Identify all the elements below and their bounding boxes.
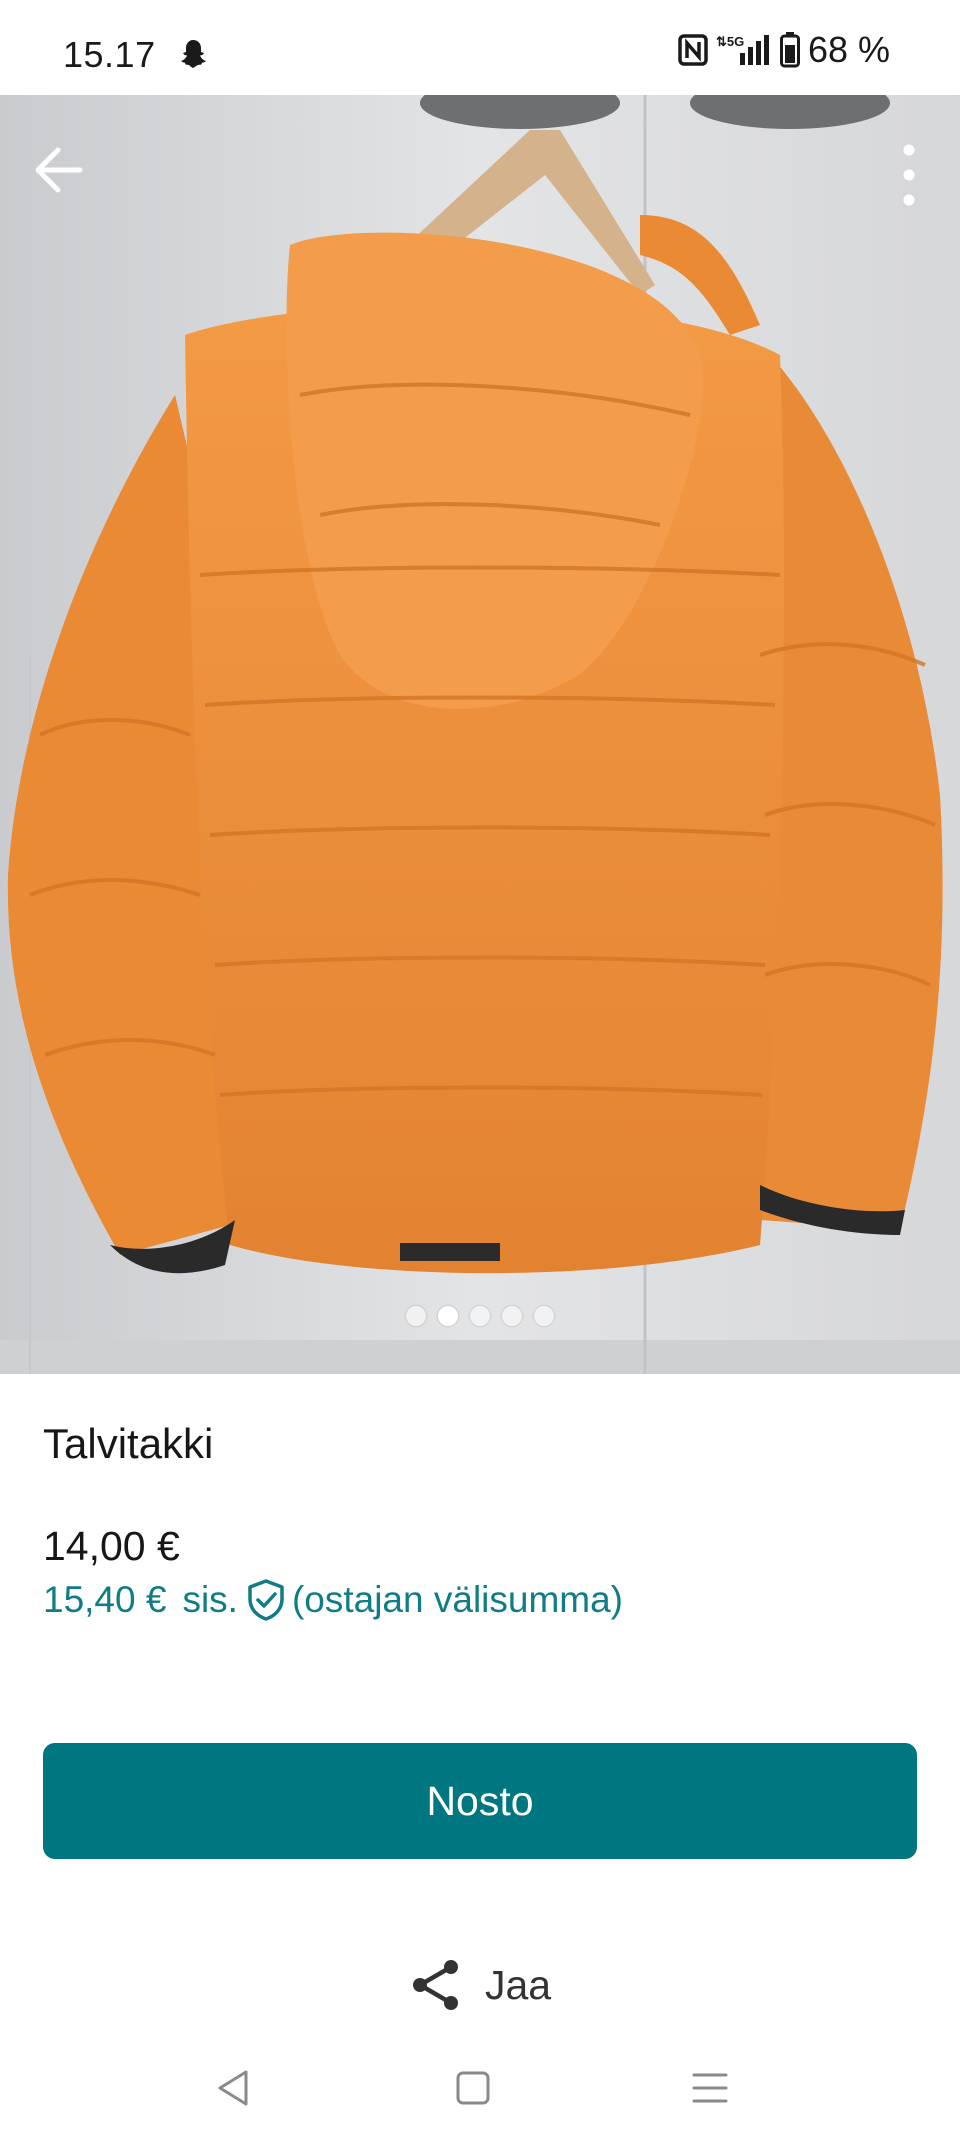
nav-back-icon[interactable]: [204, 2058, 264, 2118]
buyer-price-row[interactable]: 15,40 € sis. (ostajan välisumma): [43, 1578, 623, 1622]
product-image-gallery[interactable]: [0, 95, 960, 1374]
bump-button[interactable]: Nosto: [43, 1743, 917, 1859]
gallery-dot[interactable]: [534, 1306, 554, 1326]
share-icon: [412, 1960, 458, 2010]
buyer-protection-shield-icon: [248, 1579, 284, 1621]
item-price: 14,00 €: [43, 1523, 180, 1569]
snapchat-ghost-icon: [181, 40, 206, 68]
gallery-dot-active[interactable]: [438, 1306, 458, 1326]
buyer-note: (ostajan välisumma): [291, 1579, 624, 1620]
gallery-pagination: [0, 1306, 960, 1326]
gallery-dot[interactable]: [502, 1306, 522, 1326]
status-bar: 15.17 ⇅5G 68 %: [0, 0, 960, 95]
svg-text:⇅5G: ⇅5G: [716, 34, 744, 49]
system-nav-bar: [0, 2040, 960, 2133]
nav-home-icon[interactable]: [443, 2058, 503, 2118]
signal-icon: ⇅5G: [716, 34, 769, 65]
gallery-dot[interactable]: [406, 1306, 426, 1326]
gallery-dot[interactable]: [470, 1306, 490, 1326]
battery-icon: [779, 32, 800, 68]
more-vertical-icon[interactable]: [894, 140, 924, 210]
status-time: 15.17: [63, 34, 156, 75]
nfc-icon: [678, 34, 708, 66]
status-right: ⇅5G 68 %: [678, 29, 890, 70]
back-arrow-icon[interactable]: [28, 140, 88, 200]
share-label: Jaa: [484, 1961, 552, 2008]
product-photo: [0, 95, 960, 1374]
share-button[interactable]: Jaa: [0, 1955, 960, 2015]
buyer-includes-label: sis.: [182, 1579, 238, 1620]
nav-recents-icon[interactable]: [680, 2058, 740, 2118]
item-title: Talvitakki: [43, 1420, 214, 1467]
battery-percent: 68 %: [807, 29, 890, 70]
buyer-price: 15,40 €: [43, 1579, 167, 1620]
